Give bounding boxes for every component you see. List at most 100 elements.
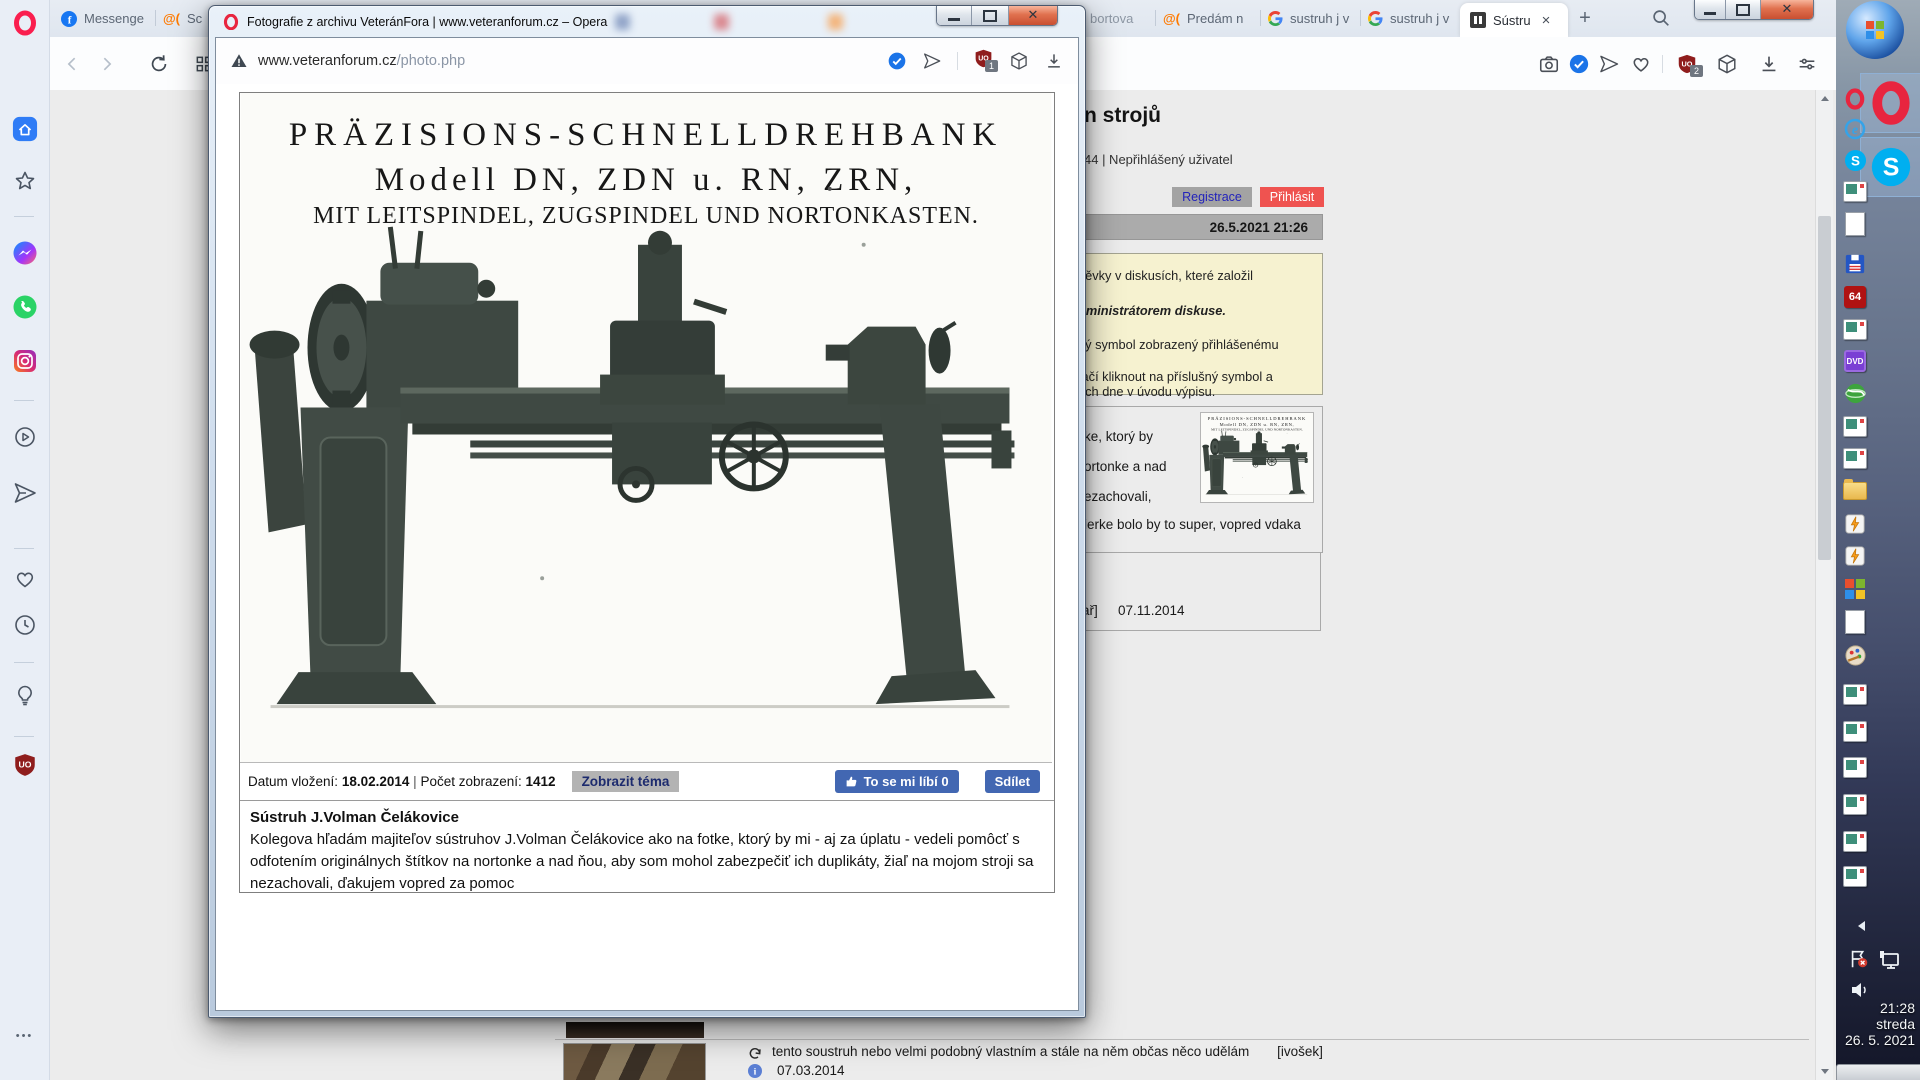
send-page-icon[interactable] [1598,53,1620,75]
extensions-cube-icon[interactable] [1716,53,1738,75]
views-label: Počet zobrazení: [420,774,521,789]
thumbs-up-icon [845,775,858,788]
messenger-icon[interactable] [12,240,38,266]
skype-icon[interactable]: S [1842,147,1868,173]
windows-logo-icon[interactable] [1842,576,1868,602]
tab-predam[interactable]: @( Predám n [1163,0,1255,37]
favorites-heart-icon[interactable] [12,566,38,592]
popup-address-bar[interactable]: www.veteranforum.cz/photo.php UO 1 [216,38,1078,85]
app-window-icon[interactable] [1842,754,1868,780]
facebook-share-button[interactable]: Sdílet [985,770,1040,793]
tray-expand-icon[interactable] [1858,921,1865,931]
downloads-icon[interactable] [1044,51,1064,71]
internet-explorer-icon[interactable]: e [1842,116,1868,142]
minimize-button[interactable] [1695,0,1726,19]
document-icon[interactable] [1842,609,1868,635]
tab-fragment[interactable]: bortova [1090,0,1150,37]
desktop-orb-icon[interactable] [1846,1,1904,59]
send-to-device-icon[interactable] [12,480,38,506]
app-window-icon[interactable] [1842,828,1868,854]
globe-app-icon[interactable] [1842,380,1868,406]
tab-google-1[interactable]: sustruh j v [1268,0,1356,37]
taskbar-fragment[interactable] [1836,1064,1920,1080]
svg-text:S: S [1851,153,1860,168]
extensions-cube-icon[interactable] [1009,51,1029,71]
vpn-shield-check-icon[interactable] [887,51,907,71]
clock-time: 21:28 [1845,1000,1915,1016]
winamp-icon[interactable] [1842,511,1868,537]
scroll-up-icon[interactable] [1816,90,1833,107]
app-window-icon[interactable] [1842,413,1868,439]
send-page-icon[interactable] [922,51,942,71]
workshop-thumbnail[interactable] [563,1043,706,1080]
previous-thumbnail-fragment[interactable] [566,1022,704,1038]
url-text[interactable]: www.veteranforum.cz/photo.php [258,53,465,69]
action-center-flag-icon[interactable] [1848,948,1870,975]
bottom-post-author: [ivošek] [1277,1044,1323,1059]
scrollbar-thumb[interactable] [1818,216,1831,560]
page-scrollbar[interactable] [1815,90,1833,1080]
page-warning-icon[interactable] [230,52,248,70]
date-label: Datum vložení: [248,774,338,789]
popup-close-button[interactable]: ✕ [1009,6,1057,25]
tab-bazar-1[interactable]: @(Sc [163,0,207,37]
player-icon[interactable] [12,424,38,450]
floppy-save-icon[interactable] [1842,251,1868,277]
tab-close-icon[interactable]: × [1542,12,1551,29]
tray-clock[interactable]: 21:28 streda 26. 5. 2021 [1845,1000,1915,1048]
app-window-icon[interactable] [1842,718,1868,744]
instagram-icon[interactable] [12,348,38,374]
show-topic-button[interactable]: Zobrazit téma [572,771,680,792]
ublock-shield-icon[interactable]: UO [12,752,38,778]
popup-minimize-button[interactable] [937,6,972,25]
vpn-shield-check-icon[interactable] [1568,53,1590,75]
ideas-bulb-icon[interactable] [12,682,38,708]
back-icon[interactable] [62,53,84,75]
whatsapp-icon[interactable] [12,294,38,320]
facebook-like-button[interactable]: To se mi líbí 0 [835,770,959,793]
c64-icon[interactable]: 64 [1842,284,1868,310]
folder-icon[interactable] [1842,478,1868,504]
tab-active-sustruh[interactable]: Sústru × [1460,3,1568,37]
bookmark-heart-icon[interactable] [1630,53,1652,75]
register-button[interactable]: Registrace [1172,187,1252,207]
restore-button[interactable] [1726,0,1761,19]
tab-search-icon[interactable] [1650,7,1672,34]
login-button[interactable]: Přihlásit [1260,187,1324,207]
lathe-photo [240,93,1052,763]
new-tab-button[interactable]: + [1572,6,1598,32]
app-window-icon[interactable] [1842,178,1868,204]
bookmarks-star-icon[interactable] [12,168,38,194]
reload-icon[interactable] [148,53,170,75]
app-window-icon[interactable] [1842,316,1868,342]
app-window-icon[interactable] [1842,791,1868,817]
photo-thumbnail[interactable] [1200,412,1314,503]
app-window-icon[interactable] [1842,681,1868,707]
popup-maximize-button[interactable] [972,6,1009,25]
winamp-icon[interactable] [1842,543,1868,569]
opera-icon[interactable] [1842,86,1868,112]
snapshot-camera-icon[interactable] [1538,53,1560,75]
app-window-icon[interactable] [1842,863,1868,889]
tab-google-2[interactable]: sustruh j v [1368,0,1456,37]
ublock-extension-icon[interactable]: UO 2 [1676,53,1698,75]
scroll-down-icon[interactable] [1816,1063,1833,1080]
desktop-skype-shortcut[interactable]: S [1860,137,1920,197]
opera-logo-icon[interactable] [12,10,38,36]
close-button[interactable]: ✕ [1761,0,1813,19]
downloads-icon[interactable] [1758,53,1780,75]
photo-popup-window: Fotografie z archivu VeteránFora | www.v… [208,5,1086,1018]
desktop-opera-shortcut[interactable] [1860,73,1920,133]
network-icon[interactable] [1878,948,1902,977]
history-clock-icon[interactable] [12,612,38,638]
paint-palette-icon[interactable] [1842,642,1868,668]
settings-sliders-icon[interactable] [1796,53,1818,75]
ublock-extension-icon[interactable]: UO 1 [973,48,994,74]
sidebar-more-button[interactable]: ••• [0,1030,49,1042]
dvd-app-icon[interactable]: DVD [1842,348,1868,374]
file-icon[interactable] [1842,211,1868,237]
tab-messenger[interactable]: f Messenge [61,0,153,37]
home-button[interactable] [12,116,38,142]
forward-icon[interactable] [95,53,117,75]
app-window-icon[interactable] [1842,445,1868,471]
